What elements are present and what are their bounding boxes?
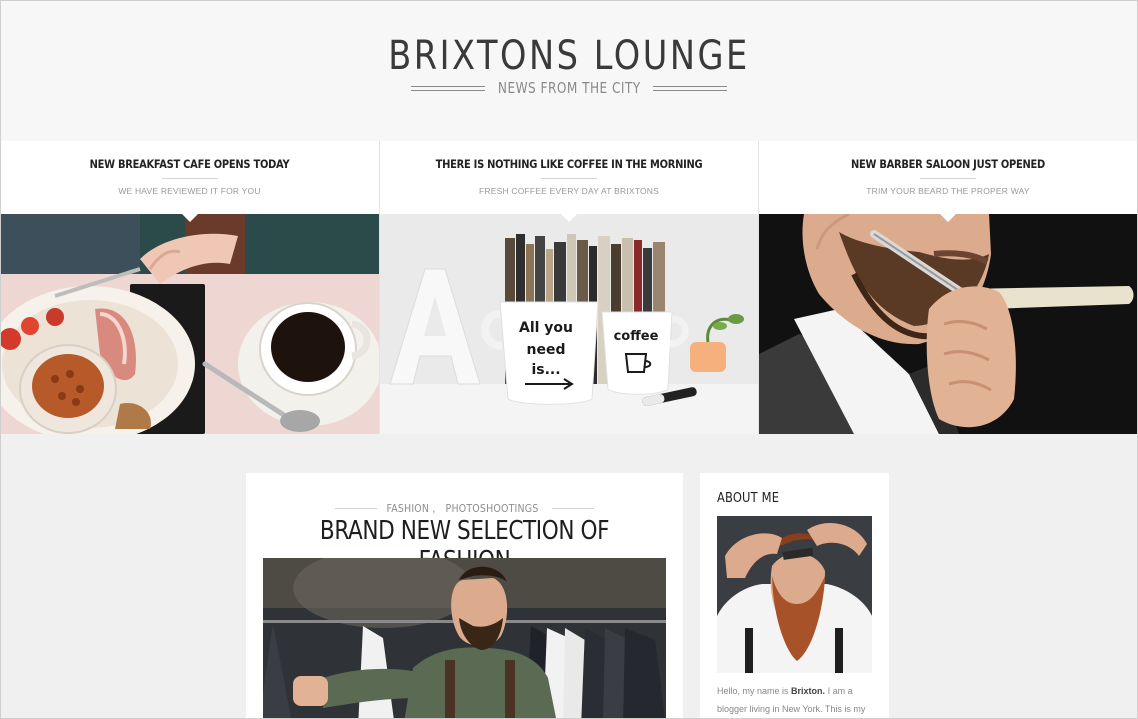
- portrait-illustration: [717, 516, 872, 673]
- post-categories: FASHION , PHOTOSHOOTINGS: [246, 502, 683, 515]
- featured-posts: NEW BREAKFAST CAFE OPENS TODAY WE HAVE R…: [0, 141, 1138, 434]
- featured-post-breakfast[interactable]: NEW BREAKFAST CAFE OPENS TODAY WE HAVE R…: [0, 141, 379, 434]
- mug-text-line3: is...: [531, 362, 560, 378]
- category-right-rule: [552, 508, 595, 509]
- feature-title[interactable]: NEW BARBER SALOON JUST OPENED: [785, 157, 1110, 171]
- tagline-left-rule: [410, 85, 485, 91]
- about-text: Hello, my name is Brixton. I am a blogge…: [717, 682, 877, 718]
- feature-caption: NEW BARBER SALOON JUST OPENED TRIM YOUR …: [759, 141, 1137, 214]
- breakfast-illustration: [0, 214, 379, 434]
- coffee-illustration: All you need is... coffee: [380, 214, 758, 434]
- about-me-widget: ABOUT ME Hello, my name is Brixton. I am…: [700, 473, 889, 719]
- about-line2: blogger living in New York. This is my: [717, 704, 866, 714]
- category-link-photoshootings[interactable]: PHOTOSHOOTINGS: [446, 502, 539, 515]
- feature-title[interactable]: THERE IS NOTHING LIKE COFFEE IN THE MORN…: [406, 157, 731, 171]
- fashion-store-photo[interactable]: [263, 558, 666, 719]
- mug-text-coffee: coffee: [614, 329, 659, 344]
- feature-title[interactable]: NEW BREAKFAST CAFE OPENS TODAY: [27, 157, 353, 171]
- fashion-illustration: [263, 558, 666, 719]
- feature-divider: [161, 178, 218, 179]
- feature-divider: [920, 178, 976, 179]
- barber-illustration: [759, 214, 1137, 434]
- category-link-fashion[interactable]: FASHION: [386, 502, 429, 515]
- about-rest: I am a: [827, 686, 853, 696]
- barber-shave-photo[interactable]: [759, 214, 1137, 434]
- caption-pointer: [180, 213, 199, 222]
- site-header: BRIXTONS LOUNGE NEWS FROM THE CITY: [0, 0, 1138, 141]
- tagline-right-rule: [653, 85, 728, 91]
- tagline-row: NEWS FROM THE CITY: [0, 79, 1138, 97]
- widget-title: ABOUT ME: [717, 490, 780, 506]
- mug-text-line1: All you: [519, 320, 573, 336]
- category-separator: ,: [432, 502, 436, 515]
- caption-pointer: [939, 213, 957, 222]
- feature-caption: NEW BREAKFAST CAFE OPENS TODAY WE HAVE R…: [0, 141, 379, 214]
- feature-divider: [541, 178, 597, 179]
- site-logo[interactable]: BRIXTONS LOUNGE: [91, 33, 1047, 79]
- feature-subtitle: TRIM YOUR BEARD THE PROPER WAY: [866, 186, 1030, 196]
- coffee-mugs-photo[interactable]: All you need is... coffee: [380, 214, 758, 434]
- featured-post-coffee[interactable]: THERE IS NOTHING LIKE COFFEE IN THE MORN…: [379, 141, 758, 434]
- feature-subtitle: FRESH COFFEE EVERY DAY AT BRIXTONS: [479, 186, 659, 196]
- post-card: FASHION , PHOTOSHOOTINGS BRAND NEW SELEC…: [246, 473, 683, 719]
- bearded-man-portrait: [717, 516, 872, 673]
- about-name: Brixton.: [791, 686, 826, 696]
- featured-post-barber[interactable]: NEW BARBER SALOON JUST OPENED TRIM YOUR …: [758, 141, 1137, 434]
- caption-pointer: [560, 213, 578, 222]
- site-tagline: NEWS FROM THE CITY: [497, 79, 641, 97]
- breakfast-photo[interactable]: [0, 214, 379, 434]
- about-intro: Hello, my name is: [717, 686, 789, 696]
- feature-caption: THERE IS NOTHING LIKE COFFEE IN THE MORN…: [380, 141, 758, 214]
- mug-text-line2: need: [527, 342, 566, 358]
- feature-subtitle: WE HAVE REVIEWED IT FOR YOU: [118, 186, 261, 196]
- category-left-rule: [334, 508, 377, 509]
